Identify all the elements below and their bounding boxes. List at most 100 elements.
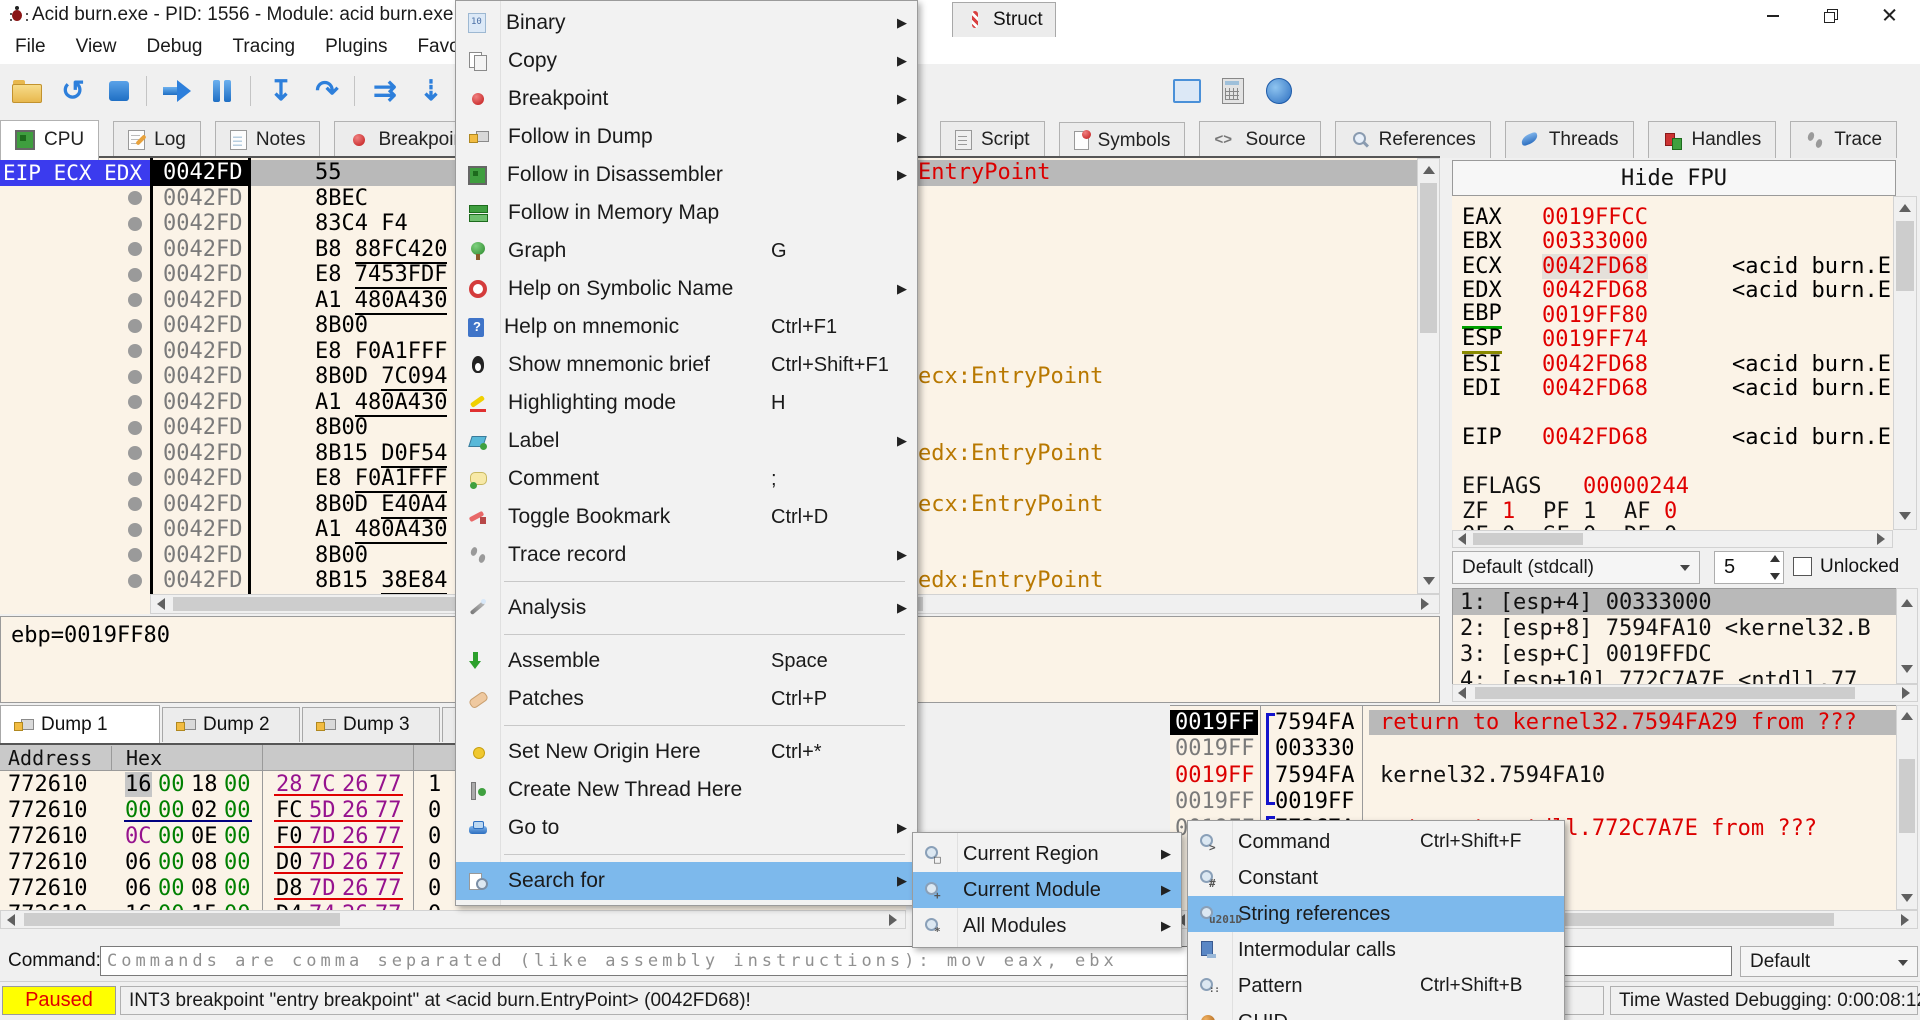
run-icon[interactable] <box>158 72 196 110</box>
menubar-item-file[interactable]: File <box>0 30 61 64</box>
register-gap[interactable] <box>1452 450 1893 475</box>
register-row[interactable]: EDX0042FD68<acid burn.E <box>1452 279 1893 304</box>
spinner-down-icon[interactable] <box>1770 573 1780 580</box>
dump-hscroll[interactable] <box>0 910 906 929</box>
tab-dump-2[interactable]: Dump 2 <box>162 707 300 742</box>
menu-item-follow-in-dump[interactable]: Follow in Dump▶ <box>456 118 917 156</box>
stack-args-vscroll[interactable] <box>1896 588 1918 684</box>
tab-dump-1[interactable]: Dump 1 <box>0 705 160 743</box>
menu-item-current-module[interactable]: Current Module▶ <box>913 872 1181 908</box>
tab-dump-3[interactable]: Dump 3 <box>302 707 440 742</box>
menu-item-follow-in-memory-map[interactable]: Follow in Memory Map <box>456 194 917 232</box>
menubar-item-debug[interactable]: Debug <box>131 30 217 64</box>
menu-item-help-on-symbolic-name[interactable]: Help on Symbolic Name▶ <box>456 270 917 308</box>
spinner-up-icon[interactable] <box>1770 555 1780 562</box>
run-to-user-code-icon[interactable]: ⇉ <box>366 72 404 110</box>
menu-item-constant[interactable]: Constant <box>1188 860 1564 896</box>
step-out-icon[interactable]: ⇣ <box>412 72 450 110</box>
menu-item-breakpoint[interactable]: Breakpoint▶ <box>456 80 917 118</box>
open-folder-icon[interactable] <box>8 72 46 110</box>
menu-item-copy[interactable]: Copy▶ <box>456 42 917 80</box>
menu-item-command[interactable]: CommandCtrl+Shift+F <box>1188 824 1564 860</box>
minimize-button[interactable] <box>1744 0 1802 30</box>
stack-row[interactable]: 0019FF003330 <box>1170 736 1896 763</box>
disasm-vscroll[interactable] <box>1417 158 1440 594</box>
globe-icon[interactable] <box>1260 72 1298 110</box>
register-row[interactable]: EFLAGS00000244 <box>1452 475 1893 500</box>
step-into-icon[interactable]: ↧ <box>262 72 300 110</box>
stop-icon[interactable] <box>100 72 138 110</box>
menu-item-go-to[interactable]: Go to▶ <box>456 809 917 847</box>
stack-row[interactable]: 0019FF7594FAreturn to kernel32.7594FA29 … <box>1170 709 1896 736</box>
menu-item-intermodular-calls[interactable]: Intermodular calls <box>1188 932 1564 968</box>
tab-script[interactable]: Script <box>940 121 1045 158</box>
tab-threads[interactable]: Threads <box>1505 121 1634 158</box>
arg-count-spinner[interactable]: 5 <box>1714 551 1784 584</box>
tab-source[interactable]: Source <box>1199 121 1320 158</box>
menu-item-comment[interactable]: Comment; <box>456 460 917 498</box>
menu-item-trace-record[interactable]: Trace record▶ <box>456 536 917 574</box>
menu-item-assemble[interactable]: AssembleSpace <box>456 642 917 680</box>
window-icon[interactable] <box>1168 72 1206 110</box>
menu-item-binary[interactable]: Binary▶ <box>456 4 917 42</box>
register-row[interactable]: EBX00333000 <box>1452 230 1893 255</box>
register-row[interactable]: ECX0042FD68<acid burn.E <box>1452 254 1893 279</box>
maximize-button[interactable] <box>1802 0 1860 30</box>
tab-log[interactable]: Log <box>113 121 201 158</box>
stack-args-hscroll[interactable] <box>1452 684 1918 702</box>
register-row[interactable]: ESI0042FD68<acid burn.E <box>1452 352 1893 377</box>
registers-hscroll[interactable] <box>1452 530 1893 548</box>
menu-item-string-references[interactable]: String references <box>1188 896 1564 932</box>
step-over-icon[interactable]: ↷ <box>308 72 346 110</box>
registers-vscroll[interactable] <box>1893 196 1917 530</box>
menu-item-patches[interactable]: PatchesCtrl+P <box>456 680 917 718</box>
menu-item-show-mnemonic-brief[interactable]: Show mnemonic briefCtrl+Shift+F1 <box>456 346 917 384</box>
register-row[interactable]: ZF1PF1AF0 <box>1452 499 1893 524</box>
calculator-icon[interactable] <box>1214 72 1252 110</box>
tab-references[interactable]: References <box>1335 121 1491 158</box>
tab-trace[interactable]: Trace <box>1790 121 1897 158</box>
menubar-item-plugins[interactable]: Plugins <box>310 30 402 64</box>
calling-convention-dropdown[interactable]: Default (stdcall) <box>1452 551 1700 584</box>
stack-row[interactable]: 0019FF7594FAkernel32.7594FA10 <box>1170 762 1896 789</box>
restart-icon[interactable]: ↺ <box>54 72 92 110</box>
close-button[interactable] <box>1860 0 1918 30</box>
register-gap[interactable] <box>1452 401 1893 426</box>
menu-item-pattern[interactable]: PatternCtrl+Shift+B <box>1188 968 1564 1004</box>
menu-item-toggle-bookmark[interactable]: Toggle BookmarkCtrl+D <box>456 498 917 536</box>
menu-item-current-region[interactable]: Current Region▶ <box>913 836 1181 872</box>
register-row[interactable]: ESP0019FF74 <box>1452 328 1893 353</box>
menu-item-set-new-origin-here[interactable]: Set New Origin HereCtrl+* <box>456 733 917 771</box>
register-row[interactable]: EAX0019FFCC <box>1452 205 1893 230</box>
tab-handles[interactable]: Handles <box>1648 121 1777 158</box>
menu-item-create-new-thread-here[interactable]: Create New Thread Here <box>456 771 917 809</box>
tab-symbols[interactable]: Symbols <box>1059 122 1186 159</box>
register-row[interactable]: EDI0042FD68<acid burn.E <box>1452 377 1893 402</box>
unlocked-checkbox[interactable] <box>1793 557 1812 576</box>
menu-item-follow-in-disassembler[interactable]: Follow in Disassembler▶ <box>456 156 917 194</box>
menu-item-find-references-to[interactable]: Find references to▶ <box>456 900 917 906</box>
stack-arg-row[interactable]: 3: [esp+C] 0019FFDC <box>1453 641 1917 667</box>
pause-icon[interactable] <box>204 72 242 110</box>
register-row[interactable]: EBP0019FF80 <box>1452 303 1893 328</box>
tab-cpu[interactable]: CPU <box>0 120 99 160</box>
command-profile-dropdown[interactable]: Default <box>1740 946 1918 977</box>
menu-item-search-for[interactable]: Search for▶ <box>456 862 917 900</box>
tab-notes[interactable]: Notes <box>215 121 321 158</box>
tab-struct[interactable]: Struct <box>952 2 1056 37</box>
register-row[interactable]: EIP0042FD68<acid burn.E <box>1452 426 1893 451</box>
menu-item-help-on-mnemonic[interactable]: Help on mnemonicCtrl+F1 <box>456 308 917 346</box>
menu-item-analysis[interactable]: Analysis▶ <box>456 589 917 627</box>
stack-vscroll[interactable] <box>1896 705 1918 910</box>
menu-item-label[interactable]: Label▶ <box>456 422 917 460</box>
menu-item-highlighting-mode[interactable]: Highlighting modeH <box>456 384 917 422</box>
stack-row[interactable]: 0019FF0019FF <box>1170 789 1896 816</box>
menu-item-all-modules[interactable]: All Modules▶ <box>913 908 1181 944</box>
menu-item-graph[interactable]: GraphG <box>456 232 917 270</box>
menubar-item-tracing[interactable]: Tracing <box>217 30 310 64</box>
stack-arg-row[interactable]: 2: [esp+8] 7594FA10 <kernel32.B <box>1453 615 1917 641</box>
menu-item-guid[interactable]: GUID <box>1188 1004 1564 1020</box>
stack-arg-row[interactable]: 1: [esp+4] 00333000 <box>1453 589 1917 615</box>
hide-fpu-button[interactable]: Hide FPU <box>1452 160 1896 196</box>
menubar-item-view[interactable]: View <box>61 30 132 64</box>
